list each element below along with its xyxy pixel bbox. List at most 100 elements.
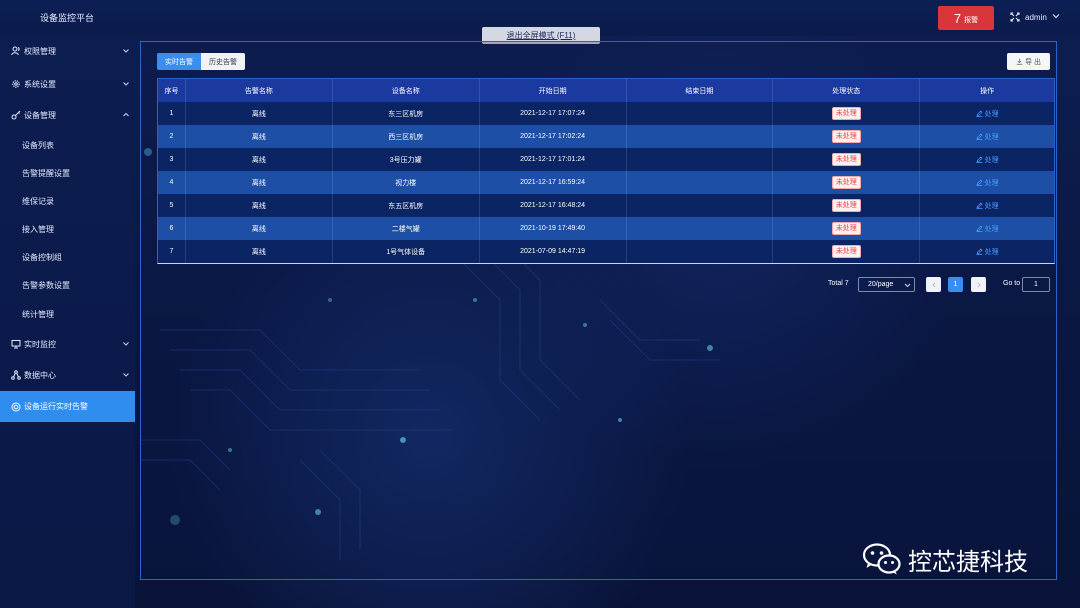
chevron-left-icon — [931, 282, 935, 287]
table-cell-device: 视力楼 — [333, 171, 480, 194]
sidebar-item-system-settings[interactable]: 系统设置 — [0, 72, 135, 96]
sidebar-item-label: 系统设置 — [24, 79, 56, 89]
table-cell-device: 1号气体设备 — [333, 240, 480, 263]
sidebar-item-statistics[interactable]: 统计管理 — [0, 302, 135, 326]
platform-title: 设备监控平台 — [40, 13, 95, 23]
process-link[interactable]: 处理 — [976, 201, 999, 211]
table-cell-status: 未处理 — [773, 125, 921, 148]
watermark: 控芯捷科技 — [862, 540, 1028, 578]
key-icon — [11, 110, 21, 120]
table-cell-start: 2021-12-17 17:07:24 — [480, 102, 627, 125]
table-cell-alarm: 离线 — [186, 240, 333, 263]
sidebar-item-permissions[interactable]: 权限管理 — [0, 39, 135, 63]
sidebar-item-device-realtime-alarm[interactable]: 设备运行实时告警 — [0, 391, 135, 422]
table-cell-action: 处理 — [920, 148, 1054, 171]
sidebar-item-label: 设备列表 — [22, 140, 54, 150]
sidebar-item-device-management[interactable]: 设备管理 — [0, 103, 135, 127]
sidebar-item-label: 告警参数设置 — [22, 280, 70, 290]
sidebar-item-label: 统计管理 — [22, 309, 54, 319]
table-body: 1 离线 东三区机房 2021-12-17 17:07:24 未处理 处理 2 离线 西三区机房… — [158, 102, 1054, 263]
process-link[interactable]: 处理 — [976, 155, 999, 165]
table-cell-device: 东五区机房 — [333, 194, 480, 217]
page-size-value: 20/page — [868, 281, 894, 288]
sidebar-item-maintenance-records[interactable]: 维保记录 — [0, 189, 135, 213]
table-cell-alarm: 离线 — [186, 125, 333, 148]
table-cell-status: 未处理 — [773, 194, 921, 217]
sidebar-item-label: 设备控制组 — [22, 252, 62, 262]
edit-icon — [976, 133, 983, 140]
sidebar-item-alarm-parameter-settings[interactable]: 告警参数设置 — [0, 273, 135, 297]
goto-page-input[interactable] — [1022, 277, 1050, 292]
chevron-down-icon[interactable] — [1052, 12, 1060, 20]
page-size-select[interactable]: 20/page — [858, 277, 915, 292]
sidebar-item-label: 告警提醒设置 — [22, 168, 70, 178]
process-link[interactable]: 处理 — [976, 224, 999, 234]
alarm-button[interactable]: 7 报警 — [938, 6, 994, 30]
table-row: 2 离线 西三区机房 2021-12-17 17:02:24 未处理 处理 — [158, 125, 1054, 148]
table-cell-no: 4 — [158, 171, 186, 194]
status-badge: 未处理 — [831, 245, 861, 258]
table-cell-status: 未处理 — [773, 240, 921, 263]
table-header: 序号 告警名称 设备名称 开始日期 结束日期 处理状态 操作 — [158, 79, 1054, 102]
tab-history-alarm[interactable]: 历史告警 — [201, 53, 245, 70]
table-cell-no: 3 — [158, 148, 186, 171]
export-label: 导 出 — [1025, 58, 1041, 66]
page-number-current[interactable]: 1 — [948, 277, 963, 292]
table-cell-end — [627, 171, 774, 194]
table-cell-end — [627, 217, 774, 240]
table-cell-status: 未处理 — [773, 148, 921, 171]
table-cell-end — [627, 125, 774, 148]
sidebar-item-data-center[interactable]: 数据中心 — [0, 363, 135, 387]
sidebar-item-realtime-monitoring[interactable]: 实时监控 — [0, 332, 135, 356]
status-badge: 未处理 — [831, 199, 861, 212]
status-badge: 未处理 — [831, 222, 861, 235]
tab-realtime-alarm[interactable]: 实时告警 — [157, 53, 201, 70]
process-link[interactable]: 处理 — [976, 247, 999, 257]
table-row: 7 离线 1号气体设备 2021-07-09 14:47:19 未处理 处理 — [158, 240, 1054, 263]
status-badge: 未处理 — [831, 176, 861, 189]
chevron-up-icon — [123, 112, 129, 117]
table-row: 1 离线 东三区机房 2021-12-17 17:07:24 未处理 处理 — [158, 102, 1054, 125]
table-cell-no: 5 — [158, 194, 186, 217]
table-cell-device: 二楼气罐 — [333, 217, 480, 240]
sidebar-item-label: 接入管理 — [22, 224, 54, 234]
prev-page-button[interactable] — [926, 277, 941, 292]
alarm-label: 报警 — [964, 16, 979, 24]
gear-icon — [12, 80, 20, 88]
download-icon — [1016, 58, 1023, 65]
sidebar-item-alarm-reminder-settings[interactable]: 告警提醒设置 — [0, 161, 135, 185]
column-header: 设备名称 — [333, 79, 480, 102]
table-cell-start: 2021-12-17 16:48:24 — [480, 194, 627, 217]
process-link-label: 处理 — [984, 179, 999, 187]
table-cell-action: 处理 — [920, 194, 1054, 217]
sidebar-item-label: 数据中心 — [24, 370, 56, 380]
process-link[interactable]: 处理 — [976, 109, 999, 119]
table-cell-action: 处理 — [920, 171, 1054, 194]
next-page-button[interactable] — [971, 277, 986, 292]
table-cell-start: 2021-10-19 17:49:40 — [480, 217, 627, 240]
process-link[interactable]: 处理 — [976, 178, 999, 188]
table-row: 4 离线 视力楼 2021-12-17 16:59:24 未处理 处理 — [158, 171, 1054, 194]
column-header: 序号 — [158, 79, 186, 102]
column-header: 告警名称 — [186, 79, 333, 102]
chevron-down-icon — [123, 49, 129, 53]
user-name[interactable]: admin — [1025, 13, 1047, 22]
sidebar-item-device-list[interactable]: 设备列表 — [0, 133, 135, 157]
table-cell-device: 东三区机房 — [333, 102, 480, 125]
chevron-right-icon — [977, 282, 981, 287]
process-link[interactable]: 处理 — [976, 132, 999, 142]
alert-circle-icon — [11, 402, 21, 411]
table-cell-no: 7 — [158, 240, 186, 263]
table-cell-device: 3号压力罐 — [333, 148, 480, 171]
table-cell-action: 处理 — [920, 102, 1054, 125]
sidebar-item-access-management[interactable]: 接入管理 — [0, 217, 135, 241]
table-cell-device: 西三区机房 — [333, 125, 480, 148]
table-cell-alarm: 离线 — [186, 148, 333, 171]
wechat-icon — [862, 543, 901, 575]
fullscreen-icon[interactable] — [1010, 12, 1020, 22]
status-badge: 未处理 — [831, 153, 861, 166]
sidebar-item-label: 实时监控 — [24, 339, 56, 349]
table-cell-start: 2021-12-17 17:02:24 — [480, 125, 627, 148]
sidebar-item-device-control-group[interactable]: 设备控制组 — [0, 245, 135, 269]
export-button[interactable]: 导 出 — [1007, 53, 1050, 70]
